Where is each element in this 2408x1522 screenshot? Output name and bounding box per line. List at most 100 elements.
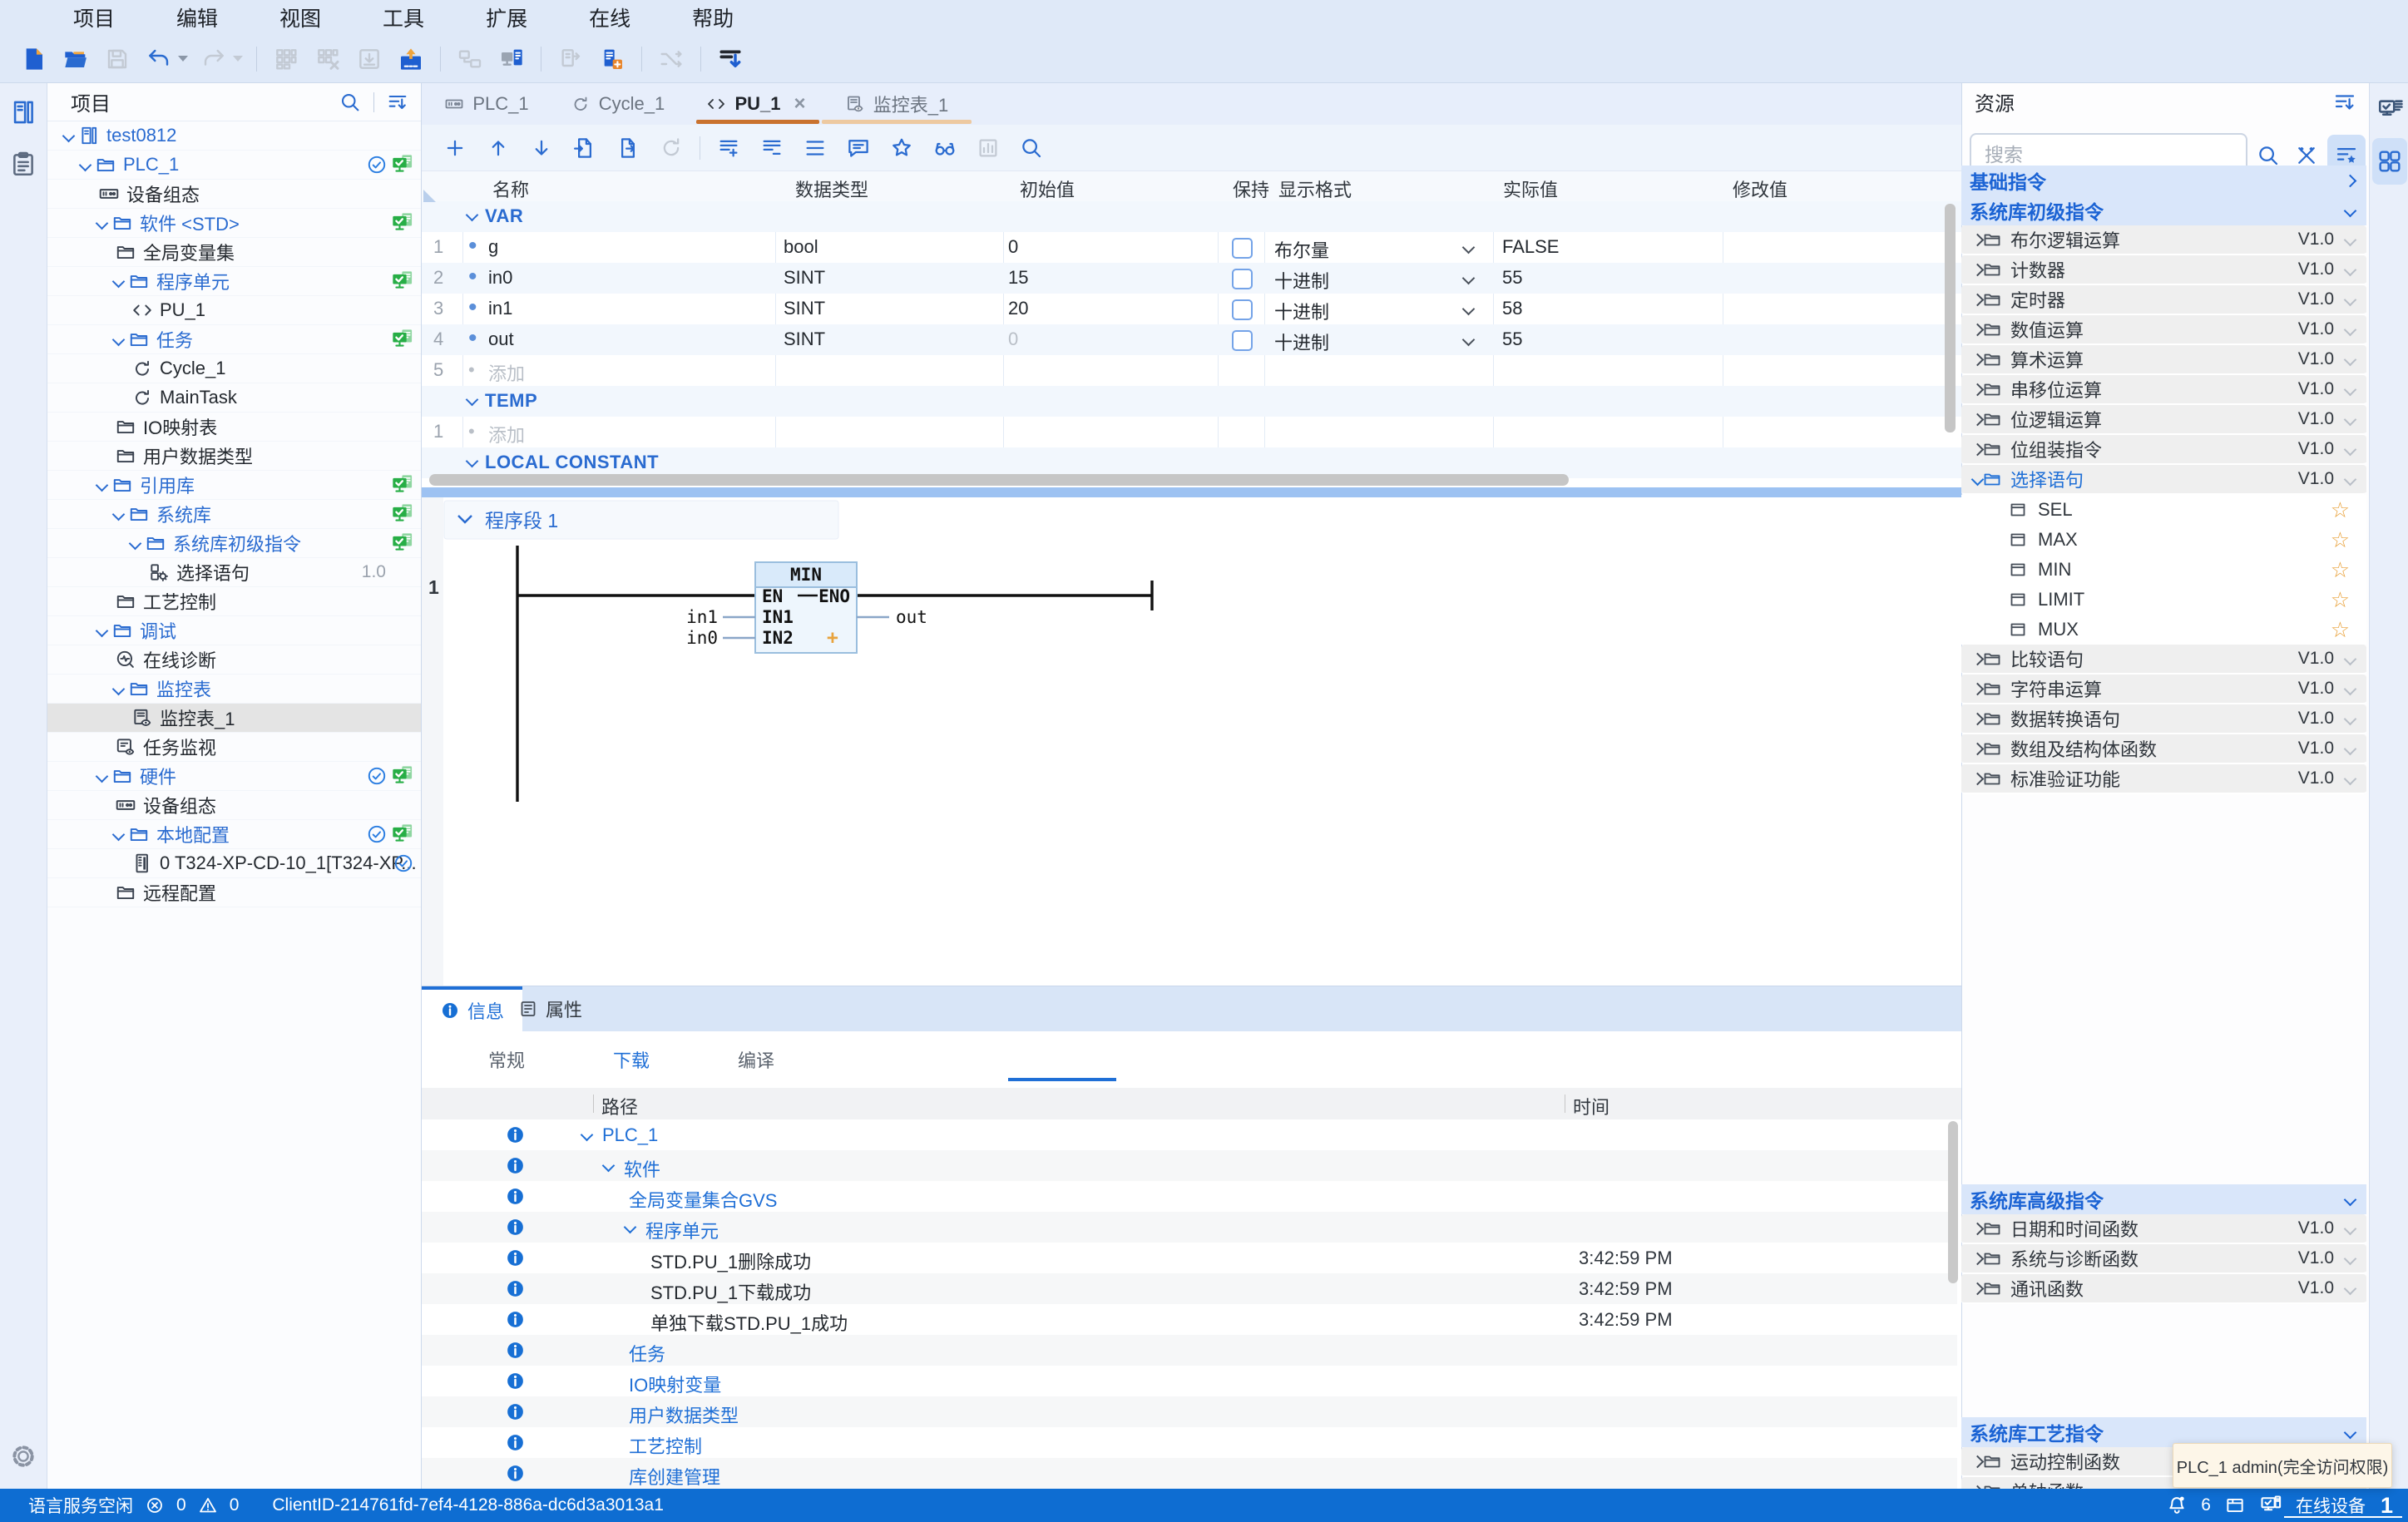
favorite-star-icon[interactable]: ☆ xyxy=(2331,617,2350,643)
favorite-star-icon[interactable]: ☆ xyxy=(2331,527,2350,553)
glasses-button[interactable] xyxy=(932,135,958,161)
arrow-up-button[interactable] xyxy=(485,135,512,161)
chevron-down-icon[interactable] xyxy=(2344,1426,2357,1439)
device-sync-button[interactable] xyxy=(598,45,626,73)
tree-item-PLC_1[interactable]: PLC_1 xyxy=(47,151,421,180)
chevron-down-icon[interactable] xyxy=(2344,712,2357,725)
tree-item-MainTask[interactable]: MainTask xyxy=(47,383,421,413)
search-icon[interactable] xyxy=(2256,143,2281,168)
info-tab-属性[interactable]: 属性 xyxy=(500,986,601,1031)
download-project-button[interactable] xyxy=(355,45,383,73)
rows-button[interactable] xyxy=(802,135,828,161)
menu-item-1[interactable]: 项目 xyxy=(73,2,115,32)
resource-group-计数器[interactable]: 计数器V1.0 xyxy=(1961,255,2366,285)
favorite-star-icon[interactable]: ☆ xyxy=(2331,497,2350,523)
grid-delete-button[interactable] xyxy=(314,45,342,73)
tree-item-工艺控制[interactable]: 工艺控制 xyxy=(47,587,421,616)
chevron-down-icon[interactable] xyxy=(624,1221,637,1234)
info-row-label[interactable]: 工艺控制 xyxy=(629,1432,702,1459)
resource-item-LIMIT[interactable]: LIMIT☆ xyxy=(1961,585,2366,615)
save-button[interactable] xyxy=(103,45,131,73)
resource-group-日期和时间函数[interactable]: 日期和时间函数V1.0 xyxy=(1961,1214,2366,1244)
chevron-down-icon[interactable] xyxy=(2344,233,2357,246)
table-row-添加[interactable]: 1•添加 xyxy=(422,417,1961,447)
resources-rail-button[interactable] xyxy=(2372,138,2407,185)
tree-item-系统库初级指令[interactable]: 系统库初级指令 xyxy=(47,529,421,558)
favorite-star-icon[interactable]: ☆ xyxy=(2331,557,2350,583)
rows-plus-button[interactable] xyxy=(715,135,742,161)
info-vertical-scrollbar[interactable] xyxy=(1948,1121,1958,1283)
menu-item-6[interactable]: 在线 xyxy=(589,2,630,32)
tree-item-系统库[interactable]: 系统库 xyxy=(47,500,421,529)
editor-tab-PLC_1[interactable]: PLC_1 xyxy=(428,83,545,125)
resource-group-定时器[interactable]: 定时器V1.0 xyxy=(1961,285,2366,315)
device-copy-button[interactable] xyxy=(556,45,585,73)
table-row-in0[interactable]: 2•in0SINT15十进制55 xyxy=(422,263,1961,294)
column-header-4[interactable]: 保持 xyxy=(1233,175,1269,202)
format-dropdown-chevron-icon[interactable] xyxy=(1462,272,1476,285)
chevron-down-icon[interactable] xyxy=(78,158,91,171)
online-device-icon[interactable] xyxy=(2259,1494,2282,1517)
menu-item-5[interactable]: 扩展 xyxy=(486,2,527,32)
chevron-down-icon[interactable] xyxy=(2344,1252,2357,1265)
tree-item-调试[interactable]: 调试 xyxy=(47,616,421,645)
chevron-down-icon[interactable] xyxy=(2344,472,2357,486)
resource-group-通讯函数[interactable]: 通讯函数V1.0 xyxy=(1961,1274,2366,1304)
project-books-icon[interactable] xyxy=(9,98,37,126)
editor-tab-监控表_1[interactable]: 监控表_1 xyxy=(822,83,972,125)
chevron-down-icon[interactable] xyxy=(2344,413,2357,426)
tree-item-全局变量集[interactable]: 全局变量集 xyxy=(47,238,421,267)
chevron-down-icon[interactable] xyxy=(128,536,141,550)
warning-count-icon[interactable] xyxy=(198,1495,218,1515)
tree-item-任务[interactable]: 任务 xyxy=(47,325,421,354)
shuffle-button[interactable] xyxy=(657,45,685,73)
chevron-down-icon[interactable] xyxy=(95,478,108,492)
menu-item-2[interactable]: 编辑 xyxy=(176,2,218,32)
chevron-down-icon[interactable] xyxy=(2344,442,2357,456)
menu-item-4[interactable]: 工具 xyxy=(383,2,424,32)
open-folder-button[interactable] xyxy=(62,45,90,73)
splitter[interactable] xyxy=(422,487,1961,497)
device-check-icon[interactable] xyxy=(2376,96,2405,125)
tree-item-远程配置[interactable]: 远程配置 xyxy=(47,878,421,907)
info-column-header-1[interactable]: 路径 xyxy=(601,1093,638,1119)
tree-item-硬件[interactable]: 硬件 xyxy=(47,762,421,791)
info-row-label[interactable]: 程序单元 xyxy=(645,1217,719,1243)
table-row-g[interactable]: 1•gbool0布尔量FALSE xyxy=(422,232,1961,263)
tree-item-Cycle_1[interactable]: Cycle_1 xyxy=(47,354,421,383)
select-all-corner[interactable] xyxy=(423,190,436,202)
tree-item-在线诊断[interactable]: 在线诊断 xyxy=(47,645,421,675)
error-count-icon[interactable] xyxy=(145,1495,165,1515)
tree-item-任务监视[interactable]: 任务监视 xyxy=(47,733,421,762)
info-row-label[interactable]: PLC_1 xyxy=(602,1124,658,1146)
chevron-down-icon[interactable] xyxy=(2344,323,2357,336)
resource-item-MIN[interactable]: MIN☆ xyxy=(1961,555,2366,585)
resource-group-系统与诊断函数[interactable]: 系统与诊断函数V1.0 xyxy=(1961,1244,2366,1274)
retain-checkbox[interactable] xyxy=(1232,269,1253,289)
dropdown-caret-icon[interactable] xyxy=(233,56,243,62)
resource-group-数据转换语句[interactable]: 数据转换语句V1.0 xyxy=(1961,704,2366,734)
tree-item-引用库[interactable]: 引用库 xyxy=(47,471,421,500)
tree-item-软件-STD-[interactable]: 软件 <STD> xyxy=(47,209,421,238)
tree-item-本地配置[interactable]: 本地配置 xyxy=(47,820,421,849)
chevron-down-icon[interactable] xyxy=(111,274,125,288)
clipboard-icon[interactable] xyxy=(9,150,37,178)
refresh-button[interactable] xyxy=(658,135,685,161)
info-row-label[interactable]: 任务 xyxy=(629,1340,665,1366)
sort-icon[interactable] xyxy=(386,91,409,114)
chevron-down-icon[interactable] xyxy=(2344,204,2357,217)
resource-item-MUX[interactable]: MUX☆ xyxy=(1961,615,2366,645)
resource-group-数值运算[interactable]: 数值运算V1.0 xyxy=(1961,315,2366,345)
magnifier-button[interactable] xyxy=(1018,135,1045,161)
editor-tab-Cycle_1[interactable]: Cycle_1 xyxy=(549,83,686,125)
plus-button[interactable] xyxy=(442,135,468,161)
resources-section-基础指令[interactable]: 基础指令 xyxy=(1961,166,2366,195)
chevron-down-icon[interactable] xyxy=(2344,1222,2357,1235)
chevron-down-icon[interactable] xyxy=(95,769,108,783)
resource-group-位逻辑运算[interactable]: 位逻辑运算V1.0 xyxy=(1961,405,2366,435)
format-dropdown-chevron-icon[interactable] xyxy=(1462,303,1476,316)
chevron-down-icon[interactable] xyxy=(602,1159,616,1173)
info-subtab-下载[interactable]: 下载 xyxy=(613,1046,650,1073)
chevron-down-icon[interactable] xyxy=(2344,263,2357,276)
format-dropdown-chevron-icon[interactable] xyxy=(1462,241,1476,254)
